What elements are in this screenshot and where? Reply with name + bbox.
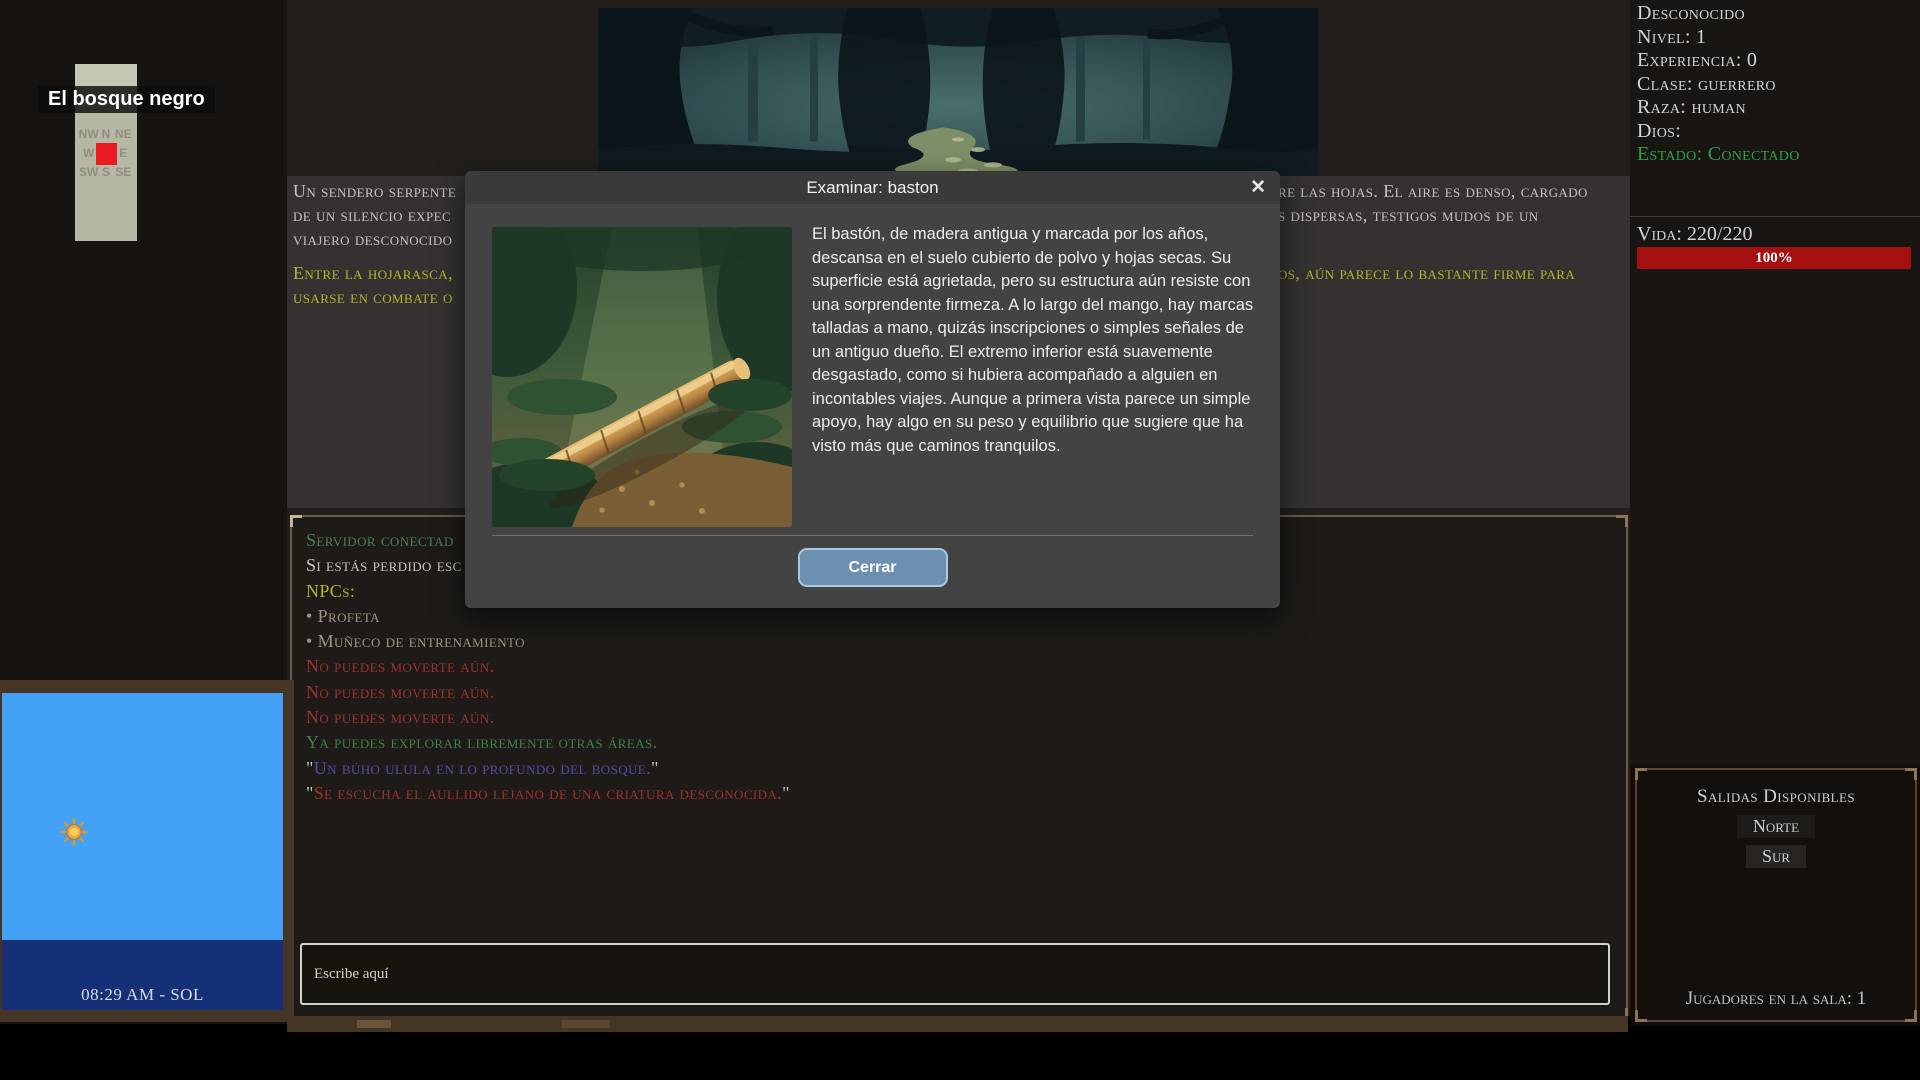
examine-modal: Examinar: baston ✕ [465,171,1280,608]
compass-cell-nw: NW [80,124,97,143]
sky-view [2,693,283,940]
room-text-line: s dispersas, testigos mudos de un [1278,205,1539,226]
chat-line: No puedes moverte aún. [306,654,790,679]
stats-panel: Desconocido Nivel: 1 Experiencia: 0 Clas… [1637,2,1915,167]
player-marker [96,143,117,165]
stat-god: Dios: [1637,120,1915,144]
sun-icon [60,818,88,846]
message-input[interactable] [300,943,1610,1005]
compass-row: NWNNE [80,124,132,143]
wood-texture-patch [562,1020,610,1028]
stat-experience: Experiencia: 0 [1637,49,1915,73]
location-label: El bosque negro [38,86,215,113]
close-icon[interactable]: ✕ [1250,171,1266,204]
item-image [492,227,792,527]
forest-scene-svg [598,8,1318,176]
chat-line: • Muñeco de entrenamiento [306,629,790,654]
hp-label: Vida: 220/220 [1637,223,1752,246]
room-item-hint-line: usarse en combate o [293,287,453,308]
panel-corner-ornament [1616,515,1628,527]
players-count: Jugadores en la sala: 1 [1637,988,1915,1010]
exits-panel: Salidas Disponibles Norte Sur Jugadores e… [1635,768,1917,1022]
compass-cell-se: SE [115,162,132,181]
panel-corner-ornament [1905,768,1917,780]
stats-divider [1630,216,1920,217]
exits-title: Salidas Disponibles [1637,786,1915,808]
modal-title: Examinar: baston [465,171,1280,204]
stat-race: Raza: human [1637,96,1915,120]
compass-cell-ne: NE [115,124,132,143]
hp-bar: 100% [1637,247,1911,269]
room-text-line: de un silencio expec [293,205,451,226]
panel-corner-ornament [290,515,302,527]
staff-illustration-svg [492,227,792,527]
room-item-hint-line: os, aún parece lo bastante firme para [1278,263,1575,284]
chat-line: "Se escucha el aullido lejano de una cri… [306,781,790,806]
room-text-line: viajero desconocido [293,229,452,250]
panel-corner-ornament [1905,1010,1917,1022]
chat-line: No puedes moverte aún. [306,680,790,705]
wood-texture-patch [357,1020,391,1028]
compass-cell-w: W [80,143,97,162]
compass-cell-e: E [115,143,132,162]
panel-corner-ornament [1635,768,1647,780]
stat-class: Clase: guerrero [1637,73,1915,97]
room-item-hint-line: Entre la hojarasca, [293,263,453,284]
time-strip: 08:29 AM - SOL [2,940,283,1010]
item-description: El bastón, de madera antigua y marcada p… [812,223,1254,458]
chat-line: No puedes moverte aún. [306,705,790,730]
stat-status: Estado: Conectado [1637,143,1915,167]
room-text-line: Un sendero serpente [293,181,456,202]
panel-bottom-border [287,1016,1628,1032]
close-modal-button[interactable]: Cerrar [798,548,948,587]
exit-buttons: Norte Sur [1637,815,1915,868]
stat-level: Nivel: 1 [1637,26,1915,50]
hp-percent: 100% [1755,250,1793,266]
chat-line: "Un búho ulula en lo profundo del bosque… [306,756,790,781]
panel-corner-ornament [1635,1010,1647,1022]
modal-header: Examinar: baston ✕ [465,171,1280,204]
daycycle-panel: 08:29 AM - SOL [0,680,294,1022]
game-clock: 08:29 AM - SOL [2,985,283,1005]
compass-cell-n: N [97,124,114,143]
player-name: Desconocido [1637,2,1915,26]
room-scene-image [598,8,1318,176]
chat-line: Ya puedes explorar libremente otras área… [306,730,790,755]
exit-button-norte[interactable]: Norte [1737,815,1815,838]
exit-button-sur[interactable]: Sur [1746,845,1806,868]
modal-divider [492,535,1253,536]
game-screen: Un sendero serpente de un silencio expec… [0,0,1920,1080]
compass-cell-sw: SW [80,162,97,181]
room-text-line: re las hojas. El aire es denso, cargado [1278,181,1588,202]
